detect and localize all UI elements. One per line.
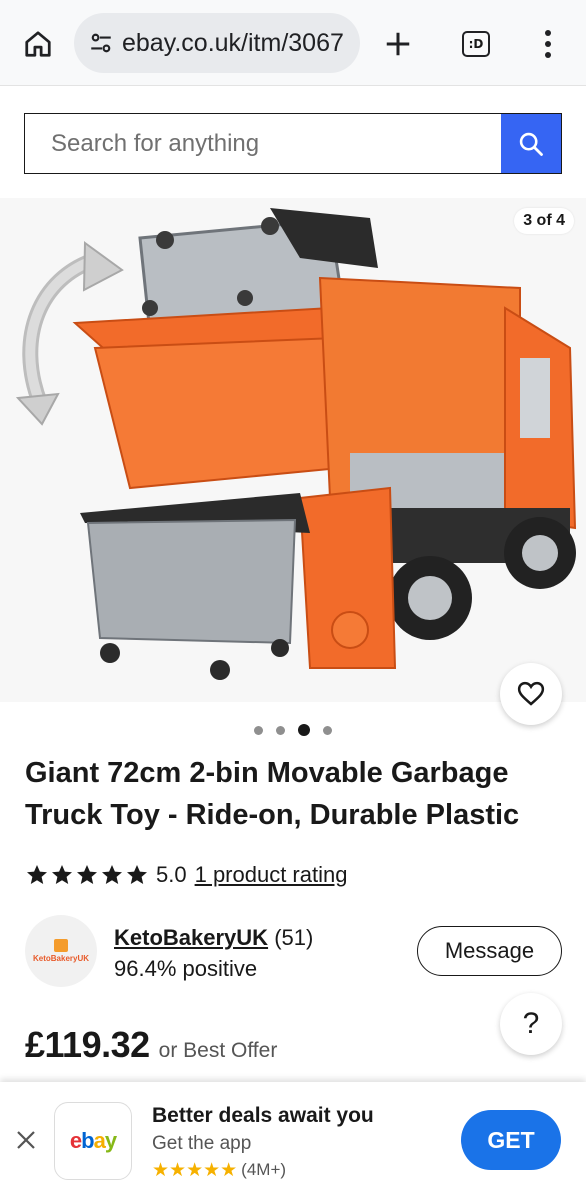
star-icon — [127, 865, 147, 884]
search-button[interactable] — [501, 114, 561, 173]
address-bar[interactable]: ebay.co.uk/itm/3067 — [74, 13, 360, 73]
get-app-button[interactable]: GET — [461, 1110, 561, 1170]
best-offer-text: or Best Offer — [158, 1039, 278, 1062]
gallery-dots — [0, 724, 586, 736]
banner-rating: ★★★★★ (4M+) — [152, 1159, 286, 1181]
price-row: £119.32 or Best Offer — [25, 1024, 277, 1066]
shopping-bag-icon — [54, 939, 68, 952]
browser-menu-button[interactable] — [530, 24, 566, 64]
seller-avatar[interactable]: KetoBakeryUK — [25, 915, 97, 987]
url-text: ebay.co.uk/itm/3067 — [122, 28, 344, 57]
seller-positive: 96.4% positive — [114, 956, 258, 981]
heart-icon — [517, 681, 545, 706]
gallery-dot[interactable] — [323, 725, 332, 735]
browser-toolbar: ebay.co.uk/itm/3067 :D — [0, 0, 586, 86]
message-button[interactable]: Message — [417, 926, 562, 976]
seller-name-line: KetoBakeryUK (51) — [114, 925, 313, 951]
tabs-icon: :D — [462, 31, 490, 57]
home-icon — [25, 31, 51, 57]
more-vert-icon — [545, 30, 551, 36]
app-install-banner: ebay Better deals await you Get the app … — [0, 1082, 586, 1200]
rating-link[interactable]: 1 product rating — [195, 862, 348, 888]
gallery-dot[interactable] — [276, 725, 285, 735]
banner-rating-count: (4M+) — [241, 1160, 287, 1179]
help-button[interactable]: ? — [500, 993, 562, 1055]
banner-title: Better deals await you — [152, 1104, 374, 1127]
price-amount: £119.32 — [25, 1024, 150, 1065]
seller-name-link[interactable]: KetoBakeryUK — [114, 925, 268, 950]
star-icon — [102, 865, 122, 884]
watch-button[interactable] — [500, 663, 562, 725]
home-button[interactable] — [18, 24, 58, 64]
product-image[interactable]: 3 of 4 — [0, 198, 586, 702]
ebay-logo-text: ebay — [69, 1128, 117, 1153]
tab-switcher-button[interactable]: :D — [456, 24, 496, 64]
search-bar — [24, 113, 562, 174]
rating-value: 5.0 — [156, 862, 187, 887]
tune-icon[interactable] — [86, 28, 116, 58]
product-title: Giant 72cm 2-bin Movable Garbage Truck T… — [25, 757, 520, 831]
star-icon — [52, 865, 72, 884]
banner-stars: ★★★★★ — [152, 1159, 238, 1181]
search-input[interactable] — [25, 114, 501, 173]
seller-card: KetoBakeryUK KetoBakeryUK (51) 96.4% pos… — [25, 915, 565, 991]
plus-icon — [386, 32, 410, 56]
gallery-dot-active[interactable] — [298, 724, 310, 736]
new-tab-button[interactable] — [378, 24, 418, 64]
seller-logo-text: KetoBakeryUK — [32, 954, 90, 963]
seller-feedback-count: (51) — [274, 925, 314, 950]
rating-row: 5.0 1 product rating — [25, 860, 347, 890]
image-counter-badge: 3 of 4 — [514, 208, 574, 234]
close-icon — [17, 1131, 35, 1149]
star-icon — [77, 865, 97, 884]
gallery-dot[interactable] — [254, 725, 263, 735]
truck-illustration — [15, 208, 577, 680]
star-icon — [27, 865, 47, 884]
ebay-app-logo: ebay — [54, 1102, 132, 1180]
rating-stars — [25, 863, 149, 887]
search-icon — [519, 132, 543, 156]
banner-close-button[interactable] — [12, 1126, 40, 1154]
banner-subtitle: Get the app — [152, 1133, 252, 1154]
